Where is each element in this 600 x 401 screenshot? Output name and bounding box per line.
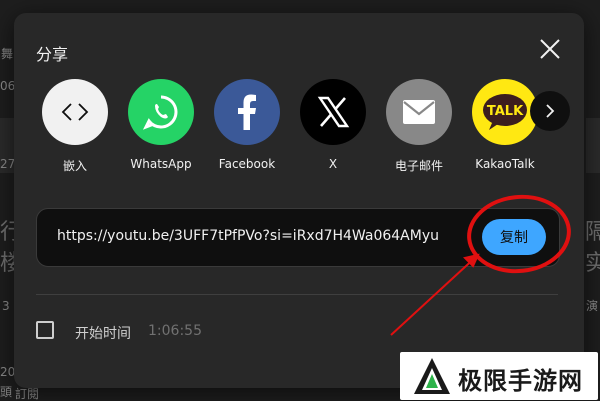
kakaotalk-icon: TALK [472,79,538,145]
share-email-button[interactable]: 电子邮件 [377,79,461,179]
background-text: 訂閱 [15,387,40,401]
background-text: 实 [585,251,600,276]
close-icon [540,39,560,59]
background-text: 06 [0,79,16,93]
share-whatsapp-label: WhatsApp [130,157,192,171]
copy-button[interactable]: 复制 [482,219,546,255]
x-icon [300,79,366,145]
facebook-icon [214,79,280,145]
share-facebook-label: Facebook [218,157,276,171]
share-embed-button[interactable]: 嵌入 [33,79,117,179]
share-x-label: X [328,157,338,171]
dialog-title: 分享 [36,45,69,64]
share-facebook-button[interactable]: Facebook [205,79,289,179]
watermark-text: 极限手游网 [458,367,583,395]
whatsapp-icon [128,79,194,145]
start-at-label: 开始时间 [75,326,131,342]
background-text: 隔 [585,220,600,245]
background-thumbnail [586,118,600,173]
email-icon [386,79,452,145]
share-dialog: 分享 嵌入 WhatsApp Facebook X 电子邮件 TALK Kaka… [14,13,584,388]
share-x-button[interactable]: X [291,79,375,179]
share-email-label: 电子邮件 [394,159,443,173]
next-targets-button[interactable] [530,91,570,131]
share-whatsapp-button[interactable]: WhatsApp [119,79,203,179]
share-link-box: https://youtu.be/3UFF7tPfPVo?si=iRxd7H4W… [36,208,560,267]
share-embed-label: 嵌入 [62,159,87,173]
divider [36,294,558,295]
watermark-badge: 极限手游网 [400,352,598,400]
background-text: 頭 [0,385,13,399]
kakaotalk-logo-text: TALK [487,104,524,119]
background-text: 27 [0,157,16,171]
close-button[interactable] [536,35,564,63]
background-text: 演 [586,299,599,313]
share-link-url[interactable]: https://youtu.be/3UFF7tPfPVo?si=iRxd7H4W… [57,228,439,244]
background-text: 舞 [1,47,14,61]
share-kakaotalk-button[interactable]: TALK KakaoTalk [463,79,547,179]
share-kakaotalk-label: KakaoTalk [475,157,535,171]
watermark-logo-icon [414,358,450,394]
share-targets-row: 嵌入 WhatsApp Facebook X 电子邮件 TALK KakaoTa… [14,79,584,179]
background-text: 3 [2,299,10,313]
start-at-time[interactable]: 1:06:55 [148,323,202,339]
start-at-checkbox[interactable] [36,321,54,339]
background-text: 20 [0,365,16,379]
embed-icon [42,79,108,145]
chevron-right-icon [546,104,555,118]
